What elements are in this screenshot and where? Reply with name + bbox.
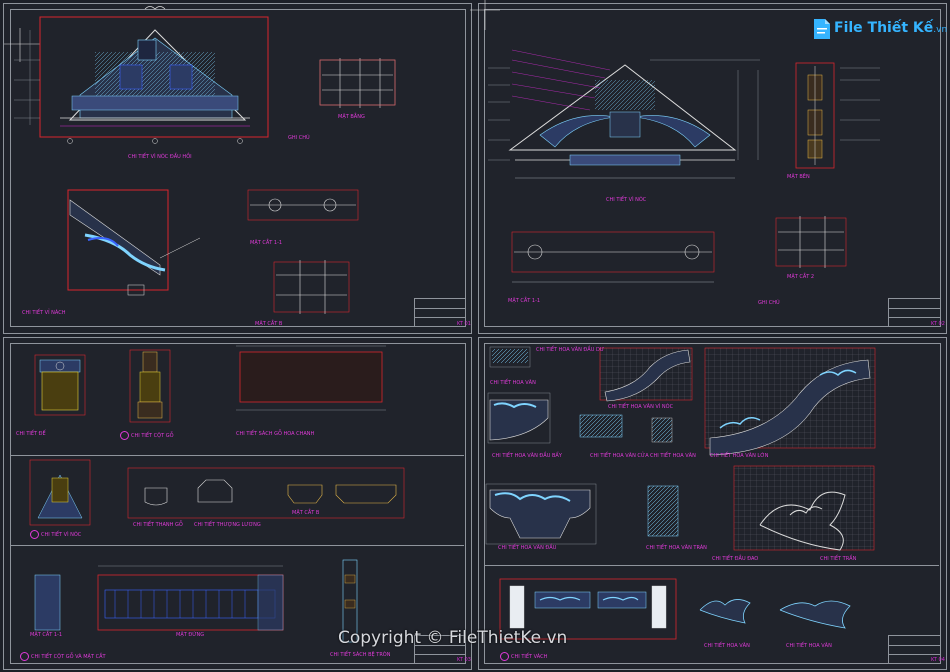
caption-frame-section: MẶT CẮT B [255,321,283,327]
caption-ornament: CHI TIẾT HOA VĂN CỬA [590,453,649,459]
caption-elevation: MẶT ĐỨNG [176,632,205,638]
cad-drawing-viewport[interactable]: KT 01 KT 02 KT 03 KT 04 CHI TIẾT VÌ NÓC … [0,0,950,672]
ornament-tile [579,414,623,438]
caption-railing-detail: CHI TIẾT SÁCH BỆ TRÒN [330,652,391,658]
side-elevation [807,66,823,165]
caption-ornament: CHI TIẾT HOA VĂN ĐẦU BẨY [492,453,562,459]
ornament-bracket-left [487,392,551,444]
caption-beam-plan: MẶT CẮT 1-1 [508,298,541,304]
caption-ornament: CHI TIẾT ĐẦU ĐAO [712,556,759,562]
caption-roof-joint: CHI TIẾT VÌ NÓC [30,530,81,539]
caption-ornament: CHI TIẾT HOA VĂN VÌ NÓC [608,404,674,410]
notes-heading: GHI CHÚ [288,135,310,141]
base-detail [34,354,86,416]
dimension-lines [650,59,760,160]
brand-logo[interactable]: File Thiết Kế.vn [812,16,947,42]
rafter-detail [69,199,201,296]
frame-plan [775,216,847,268]
cursor-crosshair [470,0,500,30]
file-icon [814,19,830,39]
frame-section [273,260,350,314]
roof-joint-detail [29,459,91,526]
roof-elevation [508,64,737,179]
gable-elevation [60,29,250,144]
caption-detail-plan: MẶT BẰNG [338,114,365,120]
caption-section-b: MẶT CẮT B [292,510,320,516]
profile-frame [127,467,405,519]
caption-ornament: CHI TIẾT HOA VĂN LỚN [710,453,769,459]
caption-ornament: CHI TIẾT HOA VĂN TRÁN [646,545,707,551]
caption-ornament: CHI TIẾT HOA VĂN ĐẦU DƯ [536,347,605,353]
beam-section [247,189,359,221]
panel-detail [236,345,386,411]
brand-name: File Thiết Kế.vn [834,20,948,36]
caption-base-detail: CHI TIẾT ĐẾ [16,431,46,437]
caption-column-detail: CHI TIẾT CỘT GỖ [120,431,174,440]
ornament-square [647,485,679,537]
caption-column-section: CHI TIẾT CỘT GỖ VÀ MẶT CẮT [20,652,106,661]
ridge-ornament [144,6,166,10]
caption-main-elevation: CHI TIẾT VÌ NÓC [606,197,647,203]
ornament-small-a [489,346,531,368]
dragon-ornament-right [779,600,851,629]
caption-beam-section: MẶT CẮT 1-1 [250,240,283,246]
caption-ornament: CHI TIẾT HOA VĂN [490,380,536,386]
caption-eave-beam: CHI TIẾT THANH GỖ [133,522,183,528]
column-detail [129,349,171,423]
cursor-crosshair [4,28,40,62]
ornament-bracket-wide [485,483,597,545]
beam-profiles [144,479,397,506]
drawing-canvas [4,0,880,643]
caption-beam-panel: CHI TIẾT VÁCH [500,652,547,661]
dragon-ornament-left [699,599,751,624]
caption-ornament: CHI TIẾT TRẦN [820,556,857,562]
notes-heading: GHI CHÚ [758,300,780,306]
caption-frame-plan: MẶT CẮT 2 [787,274,815,280]
level-marks [840,67,880,141]
caption-ornament: CHI TIẾT HOA VĂN [650,453,696,459]
caption-section-11: MẶT CẮT 1-1 [30,632,63,638]
level-marks [488,67,510,161]
railing-elevation [34,565,284,631]
caption-purlin-detail: CHI TIẾT THƯỢNG LƯƠNG [194,522,261,528]
caption-ornament: CHI TIẾT HOA VĂN ĐẦU [498,545,557,551]
caption-dragon-left: CHI TIẾT HOA VĂN [704,643,750,649]
ornament-grid-frame [733,465,875,551]
caption-rafter-detail: CHI TIẾT VỈ NÁCH [22,310,66,316]
caption-side-elevation: MẶT BÊN [787,174,810,180]
beam-plan [511,231,715,283]
caption-dragon-right: CHI TIẾT HOA VĂN [786,643,832,649]
ornament-tile [651,417,673,443]
copyright-watermark: Copyright © FileThietKe.vn [338,628,568,648]
caption-main-elevation: CHI TIẾT VÌ NÓC ĐẦU HỒI [128,154,192,160]
caption-panel-detail: CHI TIẾT SÁCH GỖ HOA CHANH [236,431,315,437]
section-frame-small [319,58,396,108]
